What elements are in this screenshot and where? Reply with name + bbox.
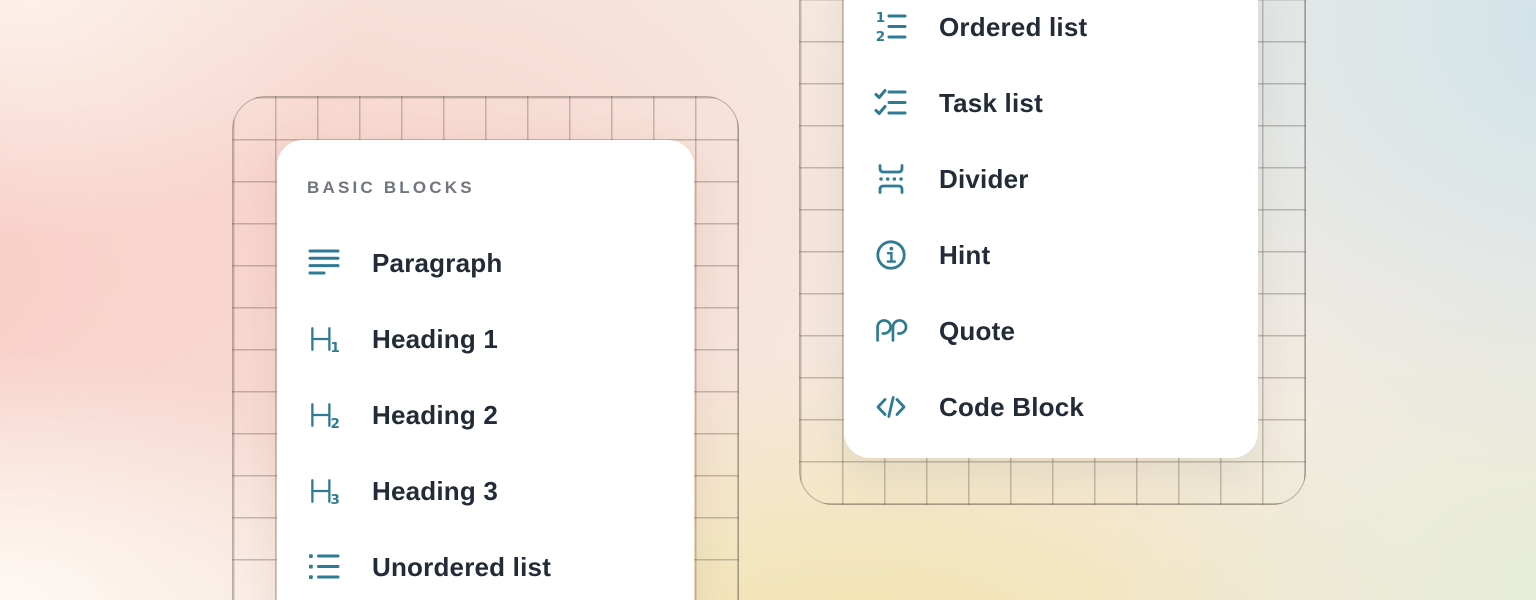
menu-item-ordered-list[interactable]: 12Ordered list [844,0,1258,65]
ordered-list-icon: 12 [874,10,908,44]
menu-item-heading-3[interactable]: 3 Heading 3 [277,453,694,529]
basic-blocks-title: BASIC BLOCKS [307,176,694,200]
svg-text:1: 1 [331,341,340,356]
menu-item-code-block[interactable]: Code Block [844,369,1258,445]
menu-item-label: Task list [939,88,1043,119]
menu-item-label: Paragraph [372,248,502,279]
basic-blocks-items: Paragraph 1 Heading 1 2 Heading 2 3 Heading 3 U… [277,225,694,600]
heading-1-icon: 1 [307,322,341,356]
hint-icon [874,238,908,272]
svg-text:2: 2 [331,417,340,432]
menu-item-heading-1[interactable]: 1 Heading 1 [277,301,694,377]
advanced-blocks-items: 12Ordered listTask listDividerHintQuoteC… [844,0,1258,445]
quote-icon [874,314,908,348]
menu-item-label: Code Block [939,392,1084,423]
svg-text:2: 2 [876,29,885,44]
paragraph-icon [307,246,341,280]
menu-item-quote[interactable]: Quote [844,293,1258,369]
heading-2-icon: 2 [307,398,341,432]
menu-item-label: Hint [939,240,990,271]
menu-item-heading-2[interactable]: 2 Heading 2 [277,377,694,453]
svg-text:3: 3 [331,493,340,508]
divider-icon [874,162,908,196]
advanced-blocks-menu: 12Ordered listTask listDividerHintQuoteC… [844,0,1258,458]
menu-item-label: Ordered list [939,12,1087,43]
menu-item-label: Quote [939,316,1015,347]
menu-item-hint[interactable]: Hint [844,217,1258,293]
menu-item-label: Heading 3 [372,476,498,507]
code-block-icon [874,390,908,424]
menu-item-label: Heading 2 [372,400,498,431]
menu-item-paragraph[interactable]: Paragraph [277,225,694,301]
heading-3-icon: 3 [307,474,341,508]
menu-item-label: Unordered list [372,552,551,583]
page-background: BASIC BLOCKS Paragraph 1 Heading 1 2 Heading… [0,0,1536,600]
menu-item-task-list[interactable]: Task list [844,65,1258,141]
menu-item-divider[interactable]: Divider [844,141,1258,217]
menu-item-label: Divider [939,164,1029,195]
svg-text:1: 1 [876,10,885,26]
menu-item-unordered-list[interactable]: Unordered list [277,529,694,600]
unordered-list-icon [307,550,341,584]
task-list-icon [874,86,908,120]
basic-blocks-menu: BASIC BLOCKS Paragraph 1 Heading 1 2 Heading… [277,140,694,600]
menu-item-label: Heading 1 [372,324,498,355]
